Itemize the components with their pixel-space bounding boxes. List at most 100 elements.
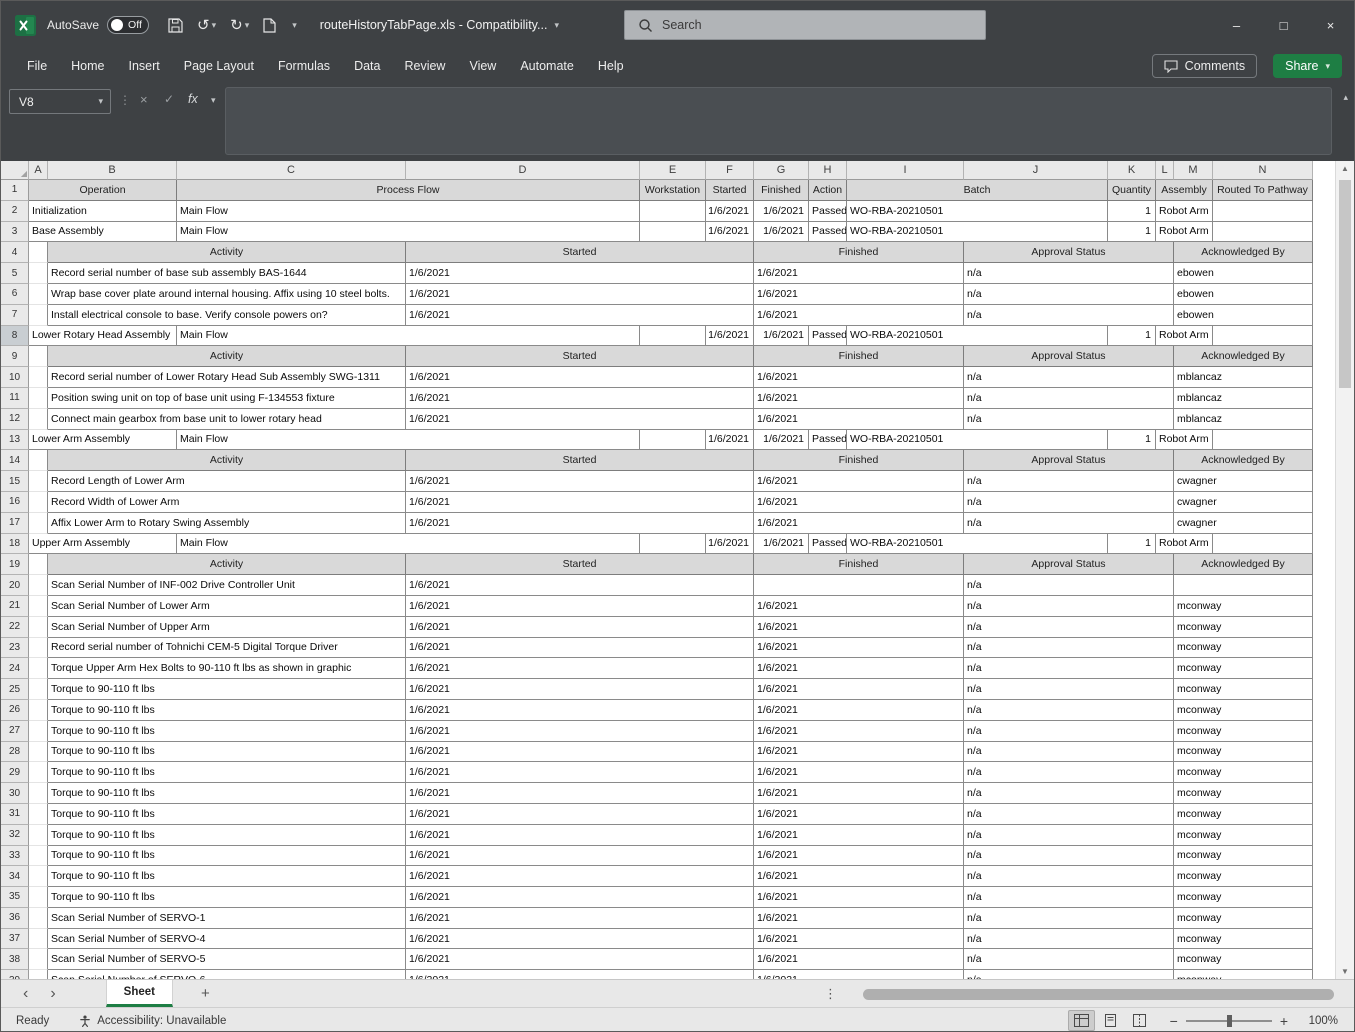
cell-M31[interactable]: mconway [1174,804,1313,825]
select-all-corner[interactable]: ◢ [1,161,29,180]
cell-D34[interactable]: 1/6/2021 [406,866,754,887]
cell-M24[interactable]: mconway [1174,658,1313,679]
cell-J11[interactable]: n/a [964,388,1174,409]
tabbar-more-icon[interactable]: ⋮ [824,986,837,1002]
cell-B32[interactable]: Torque to 90-110 ft lbs [48,825,406,846]
cell-A3[interactable]: Base Assembly [29,222,177,243]
cell-M34[interactable]: mconway [1174,866,1313,887]
row-header-30[interactable]: 30 [1,783,29,804]
cell-D10[interactable]: 1/6/2021 [406,367,754,388]
view-page-break-button[interactable] [1126,1010,1153,1031]
cell-J29[interactable]: n/a [964,762,1174,783]
column-header-G[interactable]: G [754,161,809,180]
cell-J12[interactable]: n/a [964,409,1174,430]
cell-M19[interactable]: Acknowledged By [1174,554,1313,575]
cell-G22[interactable]: 1/6/2021 [754,617,964,638]
cell-J19[interactable]: Approval Status [964,554,1174,575]
document-action-button[interactable] [258,14,281,37]
autosave-toggle[interactable]: Off [107,16,149,34]
row-header-16[interactable]: 16 [1,492,29,513]
row-header-25[interactable]: 25 [1,679,29,700]
cell-J5[interactable]: n/a [964,263,1174,284]
cell-M14[interactable]: Acknowledged By [1174,450,1313,471]
cell-A26[interactable] [29,700,48,721]
cell-D6[interactable]: 1/6/2021 [406,284,754,305]
cell-A15[interactable] [29,471,48,492]
cell-D5[interactable]: 1/6/2021 [406,263,754,284]
cell-G29[interactable]: 1/6/2021 [754,762,964,783]
cell-K13[interactable]: 1 [1108,430,1156,451]
cell-B14[interactable]: Activity [48,450,406,471]
add-sheet-button[interactable]: + [201,985,210,1002]
row-header-36[interactable]: 36 [1,908,29,929]
cell-A1[interactable]: Operation [29,180,177,201]
row-header-7[interactable]: 7 [1,305,29,326]
cell-N1[interactable]: Routed To Pathway [1213,180,1313,201]
row-header-12[interactable]: 12 [1,409,29,430]
cell-A23[interactable] [29,638,48,659]
cell-G27[interactable]: 1/6/2021 [754,721,964,742]
cell-L8[interactable]: Robot Arm [1156,326,1213,347]
cell-D33[interactable]: 1/6/2021 [406,846,754,867]
cell-A6[interactable] [29,284,48,305]
cell-M16[interactable]: cwagner [1174,492,1313,513]
cell-G10[interactable]: 1/6/2021 [754,367,964,388]
cell-G37[interactable]: 1/6/2021 [754,929,964,950]
cell-D19[interactable]: Started [406,554,754,575]
cell-G31[interactable]: 1/6/2021 [754,804,964,825]
cell-A13[interactable]: Lower Arm Assembly [29,430,177,451]
cell-G16[interactable]: 1/6/2021 [754,492,964,513]
cell-K3[interactable]: 1 [1108,222,1156,243]
row-header-23[interactable]: 23 [1,638,29,659]
cell-J14[interactable]: Approval Status [964,450,1174,471]
cell-F13[interactable]: 1/6/2021 [706,430,754,451]
cell-G21[interactable]: 1/6/2021 [754,596,964,617]
cell-M33[interactable]: mconway [1174,846,1313,867]
minimize-button[interactable]: – [1213,1,1260,49]
cell-A4[interactable] [29,242,48,263]
cell-J27[interactable]: n/a [964,721,1174,742]
cell-M37[interactable]: mconway [1174,929,1313,950]
cell-J22[interactable]: n/a [964,617,1174,638]
cell-H8[interactable]: Passed [809,326,847,347]
cell-D28[interactable]: 1/6/2021 [406,742,754,763]
cell-G2[interactable]: 1/6/2021 [754,201,809,222]
cell-K1[interactable]: Quantity [1108,180,1156,201]
cell-M10[interactable]: mblancaz [1174,367,1313,388]
cell-E13[interactable] [640,430,706,451]
function-dropdown-icon[interactable]: ▾ [211,96,216,105]
cell-G4[interactable]: Finished [754,242,964,263]
cell-A24[interactable] [29,658,48,679]
cell-M5[interactable]: ebowen [1174,263,1313,284]
cell-G28[interactable]: 1/6/2021 [754,742,964,763]
menu-help[interactable]: Help [586,53,636,79]
cell-B31[interactable]: Torque to 90-110 ft lbs [48,804,406,825]
redo-dropdown-icon[interactable]: ▾ [245,21,250,30]
insert-function-button[interactable]: fx [188,92,198,106]
cell-D25[interactable]: 1/6/2021 [406,679,754,700]
menu-page-layout[interactable]: Page Layout [172,53,266,79]
cell-A33[interactable] [29,846,48,867]
cell-D12[interactable]: 1/6/2021 [406,409,754,430]
cell-A2[interactable]: Initialization [29,201,177,222]
cell-G39[interactable]: 1/6/2021 [754,970,964,979]
row-header-31[interactable]: 31 [1,804,29,825]
name-box-input[interactable] [10,95,80,109]
cell-B25[interactable]: Torque to 90-110 ft lbs [48,679,406,700]
cell-D16[interactable]: 1/6/2021 [406,492,754,513]
cell-B10[interactable]: Record serial number of Lower Rotary Hea… [48,367,406,388]
cell-M25[interactable]: mconway [1174,679,1313,700]
cell-D36[interactable]: 1/6/2021 [406,908,754,929]
cell-D32[interactable]: 1/6/2021 [406,825,754,846]
cell-F2[interactable]: 1/6/2021 [706,201,754,222]
cell-F8[interactable]: 1/6/2021 [706,326,754,347]
cell-D39[interactable]: 1/6/2021 [406,970,754,979]
cell-B17[interactable]: Affix Lower Arm to Rotary Swing Assembly [48,513,406,534]
column-header-M[interactable]: M [1174,161,1213,180]
cell-A25[interactable] [29,679,48,700]
cell-G8[interactable]: 1/6/2021 [754,326,809,347]
cell-M15[interactable]: cwagner [1174,471,1313,492]
cell-K18[interactable]: 1 [1108,534,1156,555]
cell-D7[interactable]: 1/6/2021 [406,305,754,326]
cell-J31[interactable]: n/a [964,804,1174,825]
